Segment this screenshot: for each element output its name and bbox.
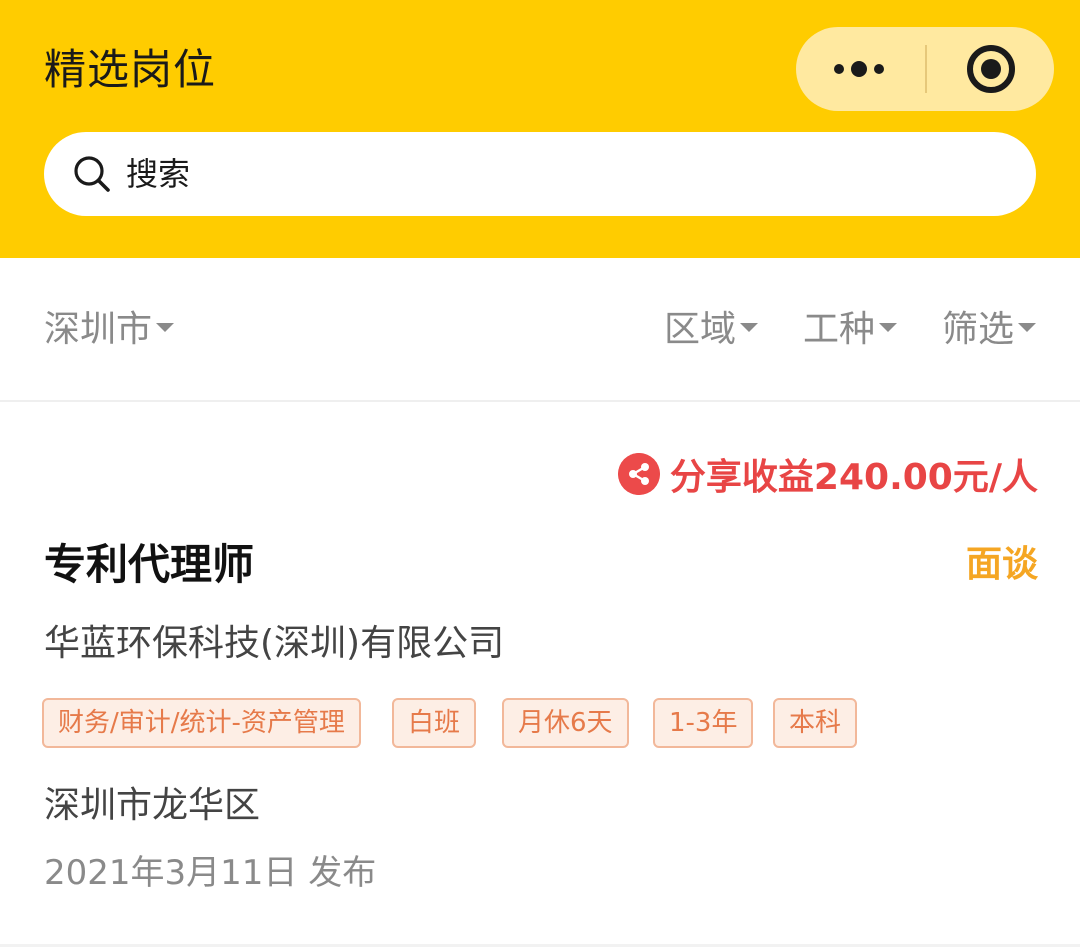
search-bar[interactable] — [44, 132, 1036, 216]
job-tag: 白班 — [392, 698, 477, 748]
region-filter-label: 区域 — [664, 309, 737, 350]
job-tag: 1-3年 — [653, 698, 754, 748]
company-name: 华蓝环保科技(深圳)有限公司 — [44, 623, 505, 664]
close-button[interactable] — [927, 27, 1054, 111]
job-type-filter[interactable]: 工种 — [803, 306, 898, 354]
job-title: 专利代理师 — [44, 540, 255, 589]
app-header: 精选岗位 — [0, 0, 1080, 258]
screen-filter-label: 筛选 — [942, 309, 1015, 350]
target-close-icon — [967, 45, 1015, 93]
share-reward-text: 分享收益240.00元/人 — [669, 457, 1038, 498]
job-type-filter-label: 工种 — [803, 309, 876, 350]
job-card[interactable]: 分享收益240.00元/人 专利代理师 面谈 华蓝环保科技(深圳)有限公司 财务… — [0, 404, 1080, 944]
job-location: 深圳市龙华区 — [44, 785, 261, 826]
caret-down-icon — [879, 322, 898, 332]
caret-down-icon — [740, 322, 759, 332]
share-reward[interactable]: 分享收益240.00元/人 — [617, 450, 1038, 498]
search-icon — [74, 156, 110, 192]
publish-date: 2021年3月11日 发布 — [44, 853, 377, 893]
salary: 面谈 — [965, 544, 1038, 585]
mini-program-capsule — [796, 27, 1054, 111]
more-button[interactable] — [796, 27, 925, 111]
city-filter[interactable]: 深圳市 — [44, 306, 175, 354]
job-tag: 月休6天 — [502, 698, 629, 748]
search-input[interactable] — [124, 144, 1004, 204]
city-filter-label: 深圳市 — [44, 309, 153, 350]
page-title: 精选岗位 — [44, 45, 217, 94]
caret-down-icon — [156, 322, 175, 332]
region-filter[interactable]: 区域 — [664, 306, 759, 354]
share-icon — [617, 453, 660, 495]
job-tag: 财务/审计/统计-资产管理 — [42, 698, 361, 748]
filter-bar: 深圳市 区域 工种 筛选 — [0, 258, 1080, 402]
screen-filter[interactable]: 筛选 — [942, 306, 1037, 354]
job-tag: 本科 — [773, 698, 858, 748]
caret-down-icon — [1018, 322, 1037, 332]
